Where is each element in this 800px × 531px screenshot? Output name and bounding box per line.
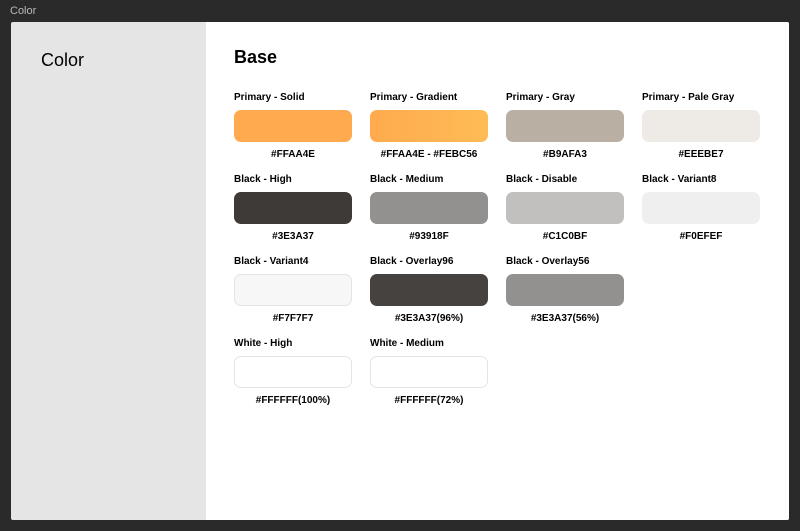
swatch-label: Black - Variant4 (234, 256, 352, 267)
swatch-chip (370, 274, 488, 306)
sidebar: Color (11, 22, 206, 520)
swatch-block: Primary - Gradient #FFAA4E - #FEBC56 (370, 92, 488, 160)
swatch-code: #EEEBE7 (642, 149, 760, 160)
swatch-block: White - Medium #FFFFFF(72%) (370, 338, 488, 406)
swatch-block: Primary - Solid #FFAA4E (234, 92, 352, 160)
topbar: Color (0, 0, 800, 22)
swatch-label: Primary - Solid (234, 92, 352, 103)
swatch-chip (506, 192, 624, 224)
swatch-label: Primary - Gradient (370, 92, 488, 103)
swatch-grid: Primary - Solid #FFAA4E Primary - Gradient… (234, 92, 769, 406)
swatch-chip (370, 192, 488, 224)
app-frame: Color Color Base Primary - Solid#FFAA4EP… (0, 0, 800, 531)
swatch-block: Black - Variant4 #F7F7F7 (234, 256, 352, 324)
swatch-chip (642, 110, 760, 142)
swatch-chip (370, 110, 488, 142)
swatch-code: #C1C0BF (506, 231, 624, 242)
swatch-block: White - High #FFFFFF(100%) (234, 338, 352, 406)
swatch-code: #F0EFEF (642, 231, 760, 242)
swatch-chip (370, 356, 488, 388)
swatch-code: #FFAA4E (234, 149, 352, 160)
swatch-code: #3E3A37(96%) (370, 313, 488, 324)
swatch-label: Black - Disable (506, 174, 624, 185)
swatch-chip (506, 110, 624, 142)
swatch-label: Primary - Gray (506, 92, 624, 103)
swatch-label: Black - Overlay96 (370, 256, 488, 267)
swatch-label: Primary - Pale Gray (642, 92, 760, 103)
swatch-block: Black - Disable #C1C0BF (506, 174, 624, 242)
swatch-code: #3E3A37 (234, 231, 352, 242)
swatch-chip (234, 274, 352, 306)
swatch-chip (234, 356, 352, 388)
swatch-code: #93918F (370, 231, 488, 242)
swatch-chip (642, 192, 760, 224)
swatch-code: #F7F7F7 (234, 313, 352, 324)
swatch-label: Black - Overlay56 (506, 256, 624, 267)
swatch-block: Black - Overlay96 #3E3A37(96%) (370, 256, 488, 324)
swatch-code: #FFAA4E - #FEBC56 (370, 149, 488, 160)
swatch-code: #FFFFFF(100%) (234, 395, 352, 406)
swatch-block: Primary - Pale Gray #EEEBE7 (642, 92, 760, 160)
swatch-code: #3E3A37(56%) (506, 313, 624, 324)
section-title: Base (234, 47, 769, 68)
swatch-label: White - High (234, 338, 352, 349)
main-panel: Base Primary - Solid #FFAA4E Primary - Gra… (206, 22, 789, 520)
sidebar-title: Color (41, 50, 206, 71)
swatch-chip (234, 192, 352, 224)
swatch-block: Black - Variant8 #F0EFEF (642, 174, 760, 242)
swatch-chip (234, 110, 352, 142)
content-area: Color Base Primary - Solid#FFAA4EPrimary… (11, 22, 789, 520)
swatch-block: Black - Overlay56 #3E3A37(56%) (506, 256, 624, 324)
swatch-label: Black - Variant8 (642, 174, 760, 185)
swatch-chip (506, 274, 624, 306)
topbar-title: Color (10, 5, 36, 17)
swatch-block: Black - High #3E3A37 (234, 174, 352, 242)
swatch-block: Black - Medium #93918F (370, 174, 488, 242)
swatch-block: Primary - Gray #B9AFA3 (506, 92, 624, 160)
swatch-label: Black - Medium (370, 174, 488, 185)
swatch-label: White - Medium (370, 338, 488, 349)
swatch-label: Black - High (234, 174, 352, 185)
swatch-code: #FFFFFF(72%) (370, 395, 488, 406)
swatch-code: #B9AFA3 (506, 149, 624, 160)
